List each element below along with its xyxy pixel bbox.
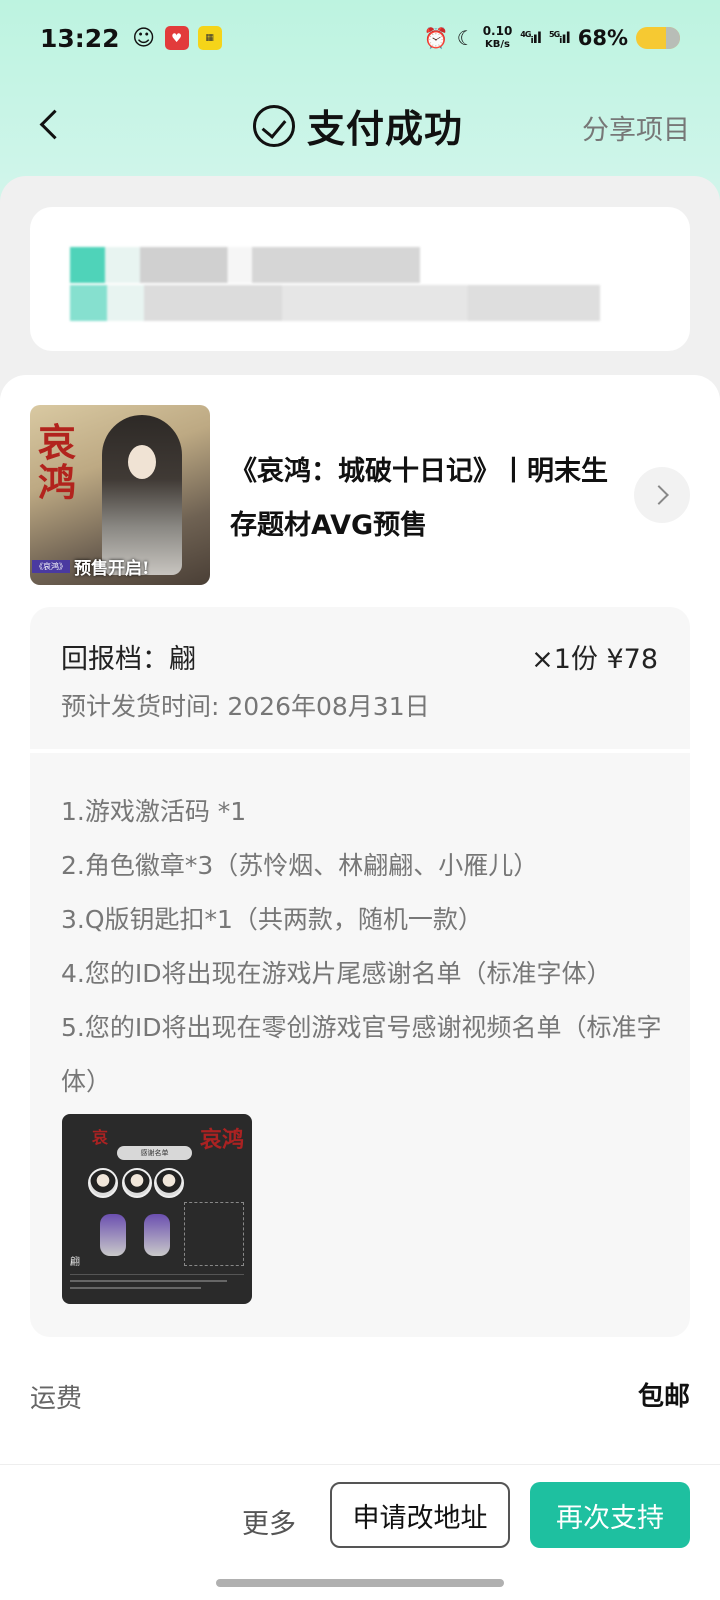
- badge-thumb: [154, 1168, 184, 1198]
- title-group: 支付成功: [253, 98, 463, 153]
- yellow-app-icon: ▦: [197, 26, 222, 50]
- project-title[interactable]: 《哀鸿：城破十日记》丨明末生存题材AVG预售: [230, 445, 610, 553]
- thumb-text-lines: [70, 1274, 244, 1294]
- wechat-icon: ☺: [132, 25, 156, 51]
- reward-item: 5.您的ID将出现在零创游戏官号感谢视频名单（标准字体）: [61, 1013, 662, 1096]
- check-circle-icon: [253, 104, 295, 147]
- red-app-icon: ♥: [164, 26, 189, 50]
- home-indicator[interactable]: [216, 1579, 504, 1587]
- reward-image[interactable]: 哀 哀鸿 感谢名单 翩: [62, 1114, 252, 1304]
- status-bar: 13:22 ☺ ♥ ▦ ⏰ ☾ 0.10 KB/s 4Gᵢıl 5Gᵢıl 68%: [0, 0, 720, 76]
- cover-character: [102, 415, 182, 575]
- thumb-banner: 感谢名单: [117, 1146, 192, 1160]
- thumb-logo: 哀: [92, 1128, 109, 1147]
- reward-qty-price: ×1份 ¥78: [531, 644, 658, 675]
- blurred-address-line: [70, 285, 600, 321]
- chevron-right-icon[interactable]: [634, 467, 690, 523]
- divider: [30, 749, 690, 753]
- page-title: 支付成功: [307, 107, 464, 151]
- cover-title: 哀鸿: [38, 420, 77, 505]
- ship-date: 预计发货时间: 2026年08月31日: [61, 692, 430, 721]
- reward-tier-name: 回报档：翩: [61, 644, 196, 675]
- badge-thumb: [122, 1168, 152, 1198]
- back-button[interactable]: [30, 100, 70, 148]
- project-cover-image[interactable]: 哀鸿 《哀鸿》 预售开启!: [30, 405, 210, 585]
- alarm-icon: ⏰: [423, 26, 449, 50]
- thumb-logo: 哀鸿: [199, 1127, 244, 1153]
- net-speed: 0.10 KB/s: [482, 24, 513, 50]
- blurred-address-line: [70, 247, 420, 283]
- battery-icon: [636, 27, 680, 49]
- cover-badge-tag: 《哀鸿》: [32, 560, 70, 573]
- moon-icon: ☾: [456, 26, 475, 50]
- reward-items: 1.游戏激活码 *1 2.角色徽章*3（苏怜烟、林翩翩、小雁儿） 3.Q版钥匙扣…: [61, 785, 671, 1109]
- change-address-button[interactable]: 申请改地址: [330, 1482, 510, 1548]
- more-button[interactable]: 更多: [242, 1502, 296, 1541]
- thumb-id-box: [184, 1202, 244, 1266]
- thumb-name: 翩: [70, 1257, 80, 1268]
- freight-label: 运费: [30, 1384, 83, 1414]
- status-time: 13:22: [40, 23, 120, 53]
- signal-icon: 4Gᵢıl: [520, 29, 542, 47]
- support-again-button[interactable]: 再次支持: [530, 1482, 690, 1548]
- share-project-link[interactable]: 分享项目: [582, 108, 690, 147]
- cover-character-face: [128, 445, 156, 479]
- reward-item: 1.游戏激活码 *1: [61, 797, 247, 826]
- address-card[interactable]: [30, 207, 690, 351]
- reward-item: 2.角色徽章*3（苏怜烟、林翩翩、小雁儿）: [61, 851, 539, 880]
- keychain-thumb: [100, 1214, 126, 1256]
- cover-badge-text: 预售开启!: [74, 559, 150, 579]
- cover-badge: 《哀鸿》 预售开启!: [32, 554, 208, 579]
- signal-icon: 5Gᵢıl: [549, 29, 571, 47]
- bottom-action-bar: 更多 申请改地址 再次支持: [0, 1464, 720, 1600]
- keychain-thumb: [144, 1214, 170, 1256]
- page-header: 支付成功 分享项目: [0, 86, 720, 162]
- battery-percent: 68%: [577, 26, 628, 50]
- reward-item: 4.您的ID将出现在游戏片尾感谢名单（标准字体）: [61, 959, 612, 988]
- freight-value: 包邮: [637, 1382, 690, 1412]
- reward-item: 3.Q版钥匙扣*1（共两款，随机一款）: [61, 905, 483, 934]
- reward-box: 回报档：翩 ×1份 ¥78 预计发货时间: 2026年08月31日 1.游戏激活…: [30, 607, 690, 1337]
- badge-thumb: [88, 1168, 118, 1198]
